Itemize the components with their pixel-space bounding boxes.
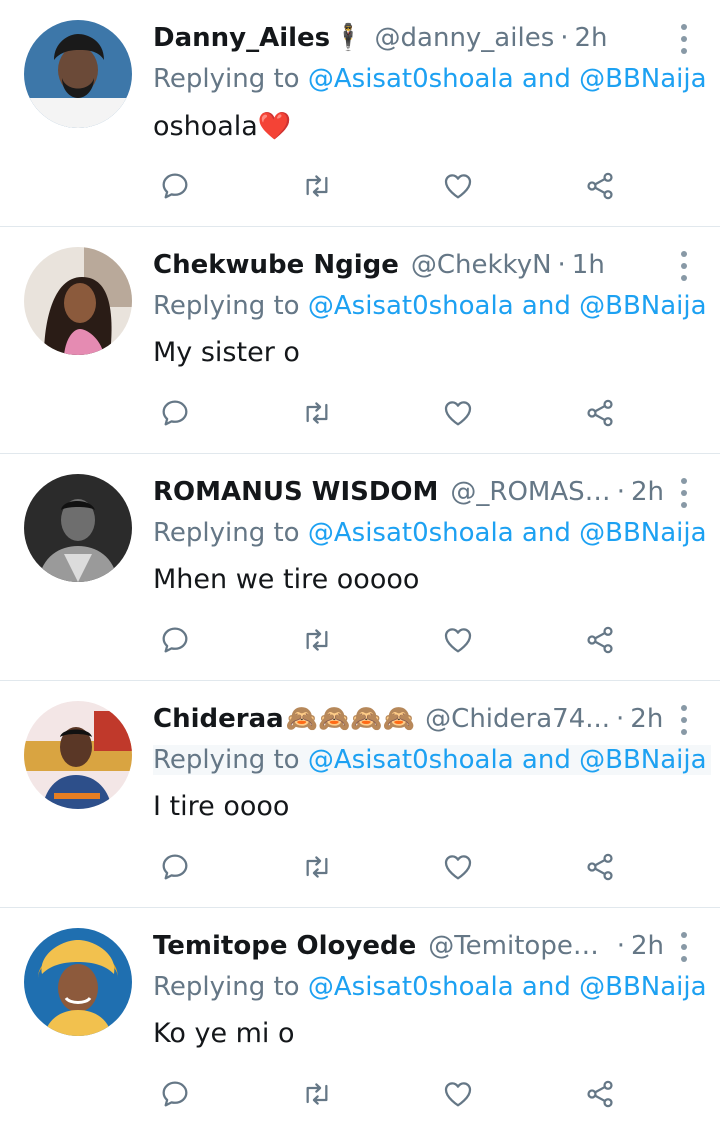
tweet-text: My sister o bbox=[153, 337, 300, 368]
more-options-icon[interactable] bbox=[678, 478, 690, 508]
tweet[interactable]: Chideraa 🙈🙈🙈🙈 @Chidera74... · 2h Replyin… bbox=[0, 681, 720, 908]
like-icon[interactable] bbox=[436, 1072, 480, 1116]
reply-icon[interactable] bbox=[153, 618, 197, 662]
user-handle[interactable]: @_ROMASONIC bbox=[450, 477, 610, 507]
timestamp[interactable]: 2h bbox=[631, 477, 664, 507]
time-separator: · bbox=[616, 704, 625, 734]
retweet-icon[interactable] bbox=[295, 164, 339, 208]
replying-to: Replying to @Asisat0shoala and @BBNaija bbox=[153, 518, 707, 548]
timestamp[interactable]: 2h bbox=[630, 704, 663, 734]
replying-to: Replying to @Asisat0shoala and @BBNaija bbox=[153, 64, 707, 94]
avatar[interactable] bbox=[24, 474, 132, 582]
more-options-icon[interactable] bbox=[678, 932, 690, 962]
display-name[interactable]: Chideraa bbox=[153, 704, 284, 734]
tweet-actions bbox=[153, 391, 623, 435]
like-icon[interactable] bbox=[436, 845, 480, 889]
replying-prefix: Replying to bbox=[153, 64, 308, 94]
tweet-actions bbox=[153, 845, 623, 889]
time-separator: · bbox=[560, 23, 569, 53]
avatar[interactable] bbox=[24, 247, 132, 355]
like-icon[interactable] bbox=[436, 164, 480, 208]
time-separator: · bbox=[616, 931, 625, 961]
mention-link[interactable]: @BBNaija bbox=[579, 745, 706, 775]
tweet-text: Ko ye mi o bbox=[153, 1018, 295, 1049]
share-icon[interactable] bbox=[578, 164, 622, 208]
avatar[interactable] bbox=[24, 701, 132, 809]
like-icon[interactable] bbox=[436, 618, 480, 662]
reply-icon[interactable] bbox=[153, 1072, 197, 1116]
tweet[interactable]: Temitope Oloyede @TemitopeOloyed7 · 2h R… bbox=[0, 908, 720, 1135]
replying-to: Replying to @Asisat0shoala and @BBNaija bbox=[153, 972, 707, 1002]
retweet-icon[interactable] bbox=[295, 618, 339, 662]
share-icon[interactable] bbox=[578, 1072, 622, 1116]
replying-prefix: Replying to bbox=[153, 972, 308, 1002]
user-handle[interactable]: @danny_ailes bbox=[375, 23, 555, 53]
mention-link[interactable]: @Asisat0shoala bbox=[308, 518, 514, 548]
name-emoji: 🙈🙈🙈🙈 bbox=[285, 704, 416, 734]
tweet-text: I tire oooo bbox=[153, 791, 290, 822]
user-handle[interactable]: @TemitopeOloyed7 bbox=[428, 931, 610, 961]
retweet-icon[interactable] bbox=[295, 391, 339, 435]
mention-link[interactable]: @Asisat0shoala bbox=[308, 972, 514, 1002]
timestamp[interactable]: 2h bbox=[631, 931, 664, 961]
mention-link[interactable]: @Asisat0shoala bbox=[308, 64, 514, 94]
user-handle[interactable]: @ChekkyN bbox=[411, 250, 552, 280]
reply-icon[interactable] bbox=[153, 391, 197, 435]
reply-icon[interactable] bbox=[153, 845, 197, 889]
share-icon[interactable] bbox=[578, 618, 622, 662]
replying-prefix: Replying to bbox=[153, 745, 308, 775]
tweet-actions bbox=[153, 618, 623, 662]
replying-to: Replying to @Asisat0shoala and @BBNaija bbox=[153, 745, 711, 775]
name-emoji: 🕴 bbox=[332, 23, 365, 53]
tweet[interactable]: ROMANUS WISDOM @_ROMASONIC · 2h Replying… bbox=[0, 454, 720, 681]
more-options-icon[interactable] bbox=[678, 24, 690, 54]
replying-and: and bbox=[513, 291, 580, 321]
time-separator: · bbox=[557, 250, 566, 280]
user-handle[interactable]: @Chidera74... bbox=[425, 704, 610, 734]
retweet-icon[interactable] bbox=[295, 1072, 339, 1116]
retweet-icon[interactable] bbox=[295, 845, 339, 889]
tweet-text: oshoala❤️ bbox=[153, 111, 292, 142]
time-separator: · bbox=[616, 477, 625, 507]
more-options-icon[interactable] bbox=[678, 251, 690, 281]
display-name[interactable]: ROMANUS WISDOM bbox=[153, 477, 438, 507]
replying-and: and bbox=[513, 518, 580, 548]
like-icon[interactable] bbox=[436, 391, 480, 435]
share-icon[interactable] bbox=[578, 845, 622, 889]
replying-prefix: Replying to bbox=[153, 518, 308, 548]
tweet[interactable]: Chekwube Ngige @ChekkyN · 1h Replying to… bbox=[0, 227, 720, 454]
tweet[interactable]: Danny_Ailes 🕴 @danny_ailes · 2h Replying… bbox=[0, 0, 720, 227]
reply-icon[interactable] bbox=[153, 164, 197, 208]
timestamp[interactable]: 2h bbox=[575, 23, 608, 53]
mention-link[interactable]: @Asisat0shoala bbox=[308, 291, 514, 321]
mention-link[interactable]: @BBNaija bbox=[579, 291, 706, 321]
display-name[interactable]: Danny_Ailes bbox=[153, 23, 330, 53]
replying-and: and bbox=[513, 972, 580, 1002]
tweet-text: Mhen we tire ooooo bbox=[153, 564, 420, 595]
display-name[interactable]: Temitope Oloyede bbox=[153, 931, 416, 961]
display-name[interactable]: Chekwube Ngige bbox=[153, 250, 399, 280]
mention-link[interactable]: @BBNaija bbox=[579, 518, 706, 548]
avatar[interactable] bbox=[24, 20, 132, 128]
replying-and: and bbox=[513, 745, 580, 775]
replying-and: and bbox=[513, 64, 580, 94]
tweet-actions bbox=[153, 1072, 623, 1116]
replying-prefix: Replying to bbox=[153, 291, 308, 321]
replying-to: Replying to @Asisat0shoala and @BBNaija bbox=[153, 291, 707, 321]
avatar[interactable] bbox=[24, 928, 132, 1036]
mention-link[interactable]: @BBNaija bbox=[579, 972, 706, 1002]
mention-link[interactable]: @Asisat0shoala bbox=[308, 745, 514, 775]
tweet-actions bbox=[153, 164, 623, 208]
mention-link[interactable]: @BBNaija bbox=[579, 64, 706, 94]
more-options-icon[interactable] bbox=[678, 705, 690, 735]
share-icon[interactable] bbox=[578, 391, 622, 435]
timestamp[interactable]: 1h bbox=[572, 250, 605, 280]
